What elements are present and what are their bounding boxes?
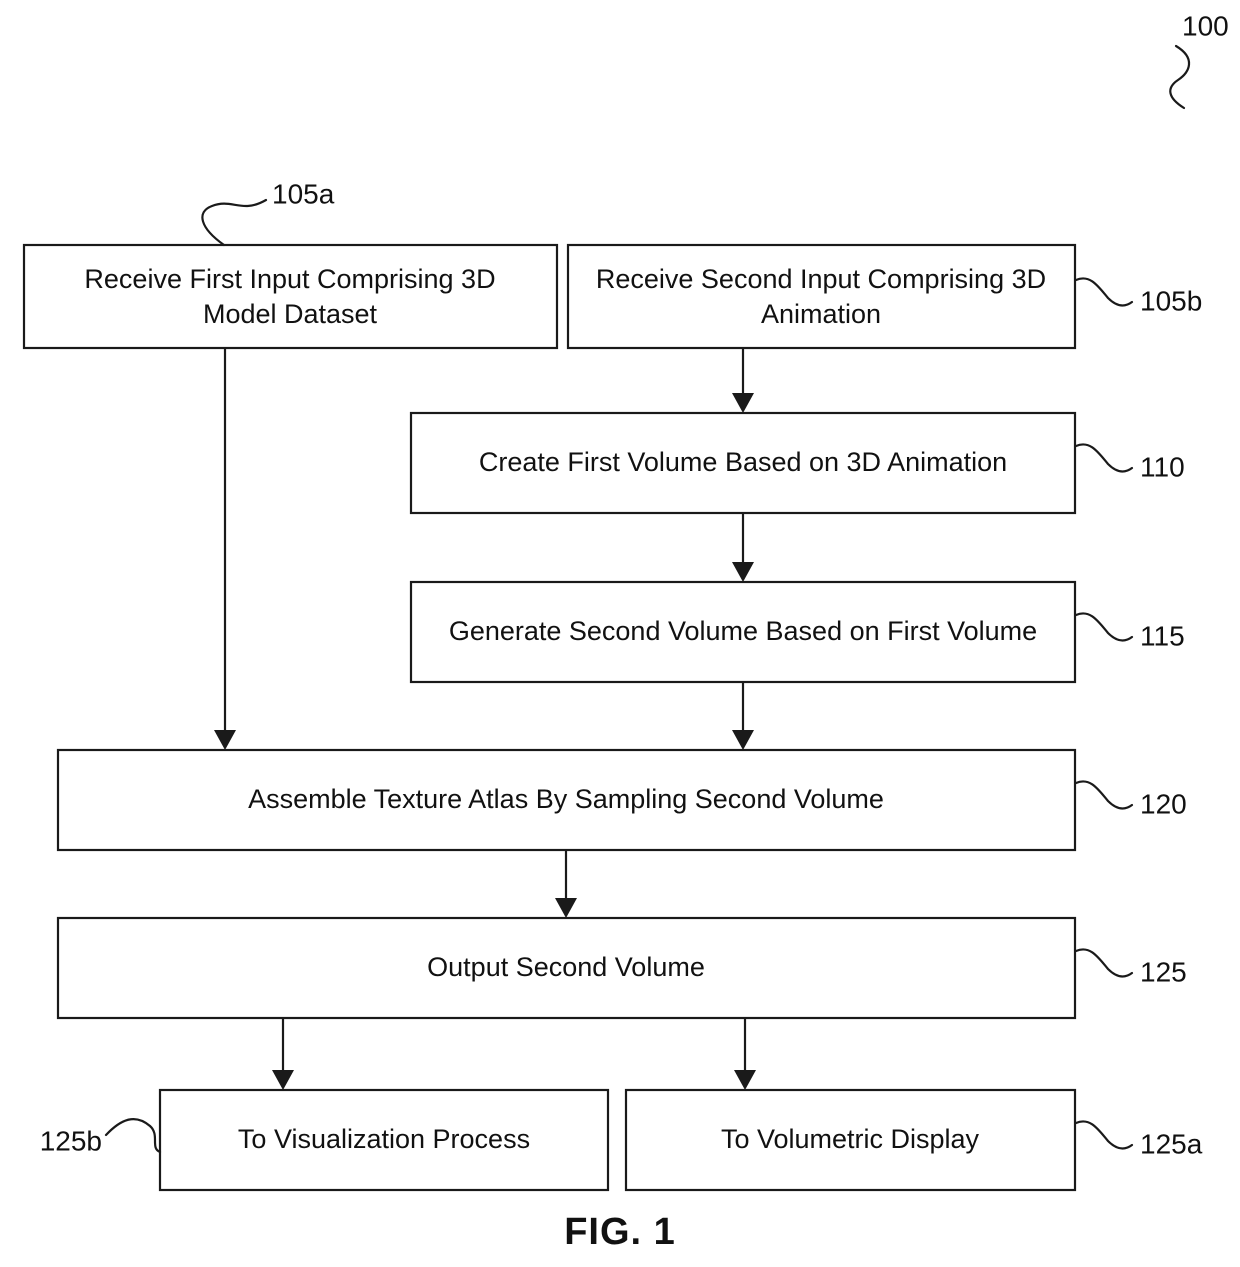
box-125b-label: To Visualization Process (238, 1124, 530, 1154)
reference-115: 115 (1074, 612, 1185, 651)
connector-105a-to-120 (214, 348, 236, 750)
reference-125: 125 (1074, 948, 1187, 987)
ref-label-105a: 105a (272, 178, 335, 209)
box-105b-rect (566, 243, 1077, 350)
ref-label-105b: 105b (1140, 285, 1202, 316)
box-120-label: Assemble Texture Atlas By Sampling Secon… (248, 784, 884, 814)
figure-caption: FIG. 1 (564, 1211, 676, 1253)
flow-diagram: 100 Receive First Input Comprising 3D Mo… (22, 10, 1229, 1253)
arrowhead (732, 393, 754, 413)
arrowhead (732, 562, 754, 582)
box-110-label: Create First Volume Based on 3D Animatio… (479, 447, 1007, 477)
leader-line-105b (1074, 277, 1134, 307)
arrowhead (732, 730, 754, 750)
box-105a-rect (22, 243, 559, 350)
leader-line-125b (104, 1117, 162, 1154)
ref-label-120: 120 (1140, 788, 1187, 819)
box-125b[interactable]: To Visualization Process (158, 1088, 610, 1192)
box-105b-label-line1: Receive Second Input Comprising 3D (596, 264, 1046, 294)
arrowhead (272, 1070, 294, 1090)
box-120[interactable]: Assemble Texture Atlas By Sampling Secon… (56, 748, 1077, 852)
reference-110: 110 (1074, 443, 1185, 482)
connector-110-to-115 (732, 513, 754, 582)
box-125a-label: To Volumetric Display (721, 1124, 980, 1154)
leader-line-100 (1169, 44, 1191, 110)
reference-125b: 125b (40, 1117, 162, 1156)
system-reference-100: 100 (1169, 10, 1229, 110)
box-125a[interactable]: To Volumetric Display (624, 1088, 1077, 1192)
connector-120-to-125 (555, 850, 577, 918)
box-105a-label-line1: Receive First Input Comprising 3D (84, 264, 495, 294)
box-125-label: Output Second Volume (427, 952, 705, 982)
box-105b-label-line2: Animation (761, 299, 881, 329)
box-110[interactable]: Create First Volume Based on 3D Animatio… (409, 411, 1077, 515)
leader-line-105a (201, 198, 268, 247)
leader-line-125a (1074, 1120, 1134, 1150)
patent-figure-page: 100 Receive First Input Comprising 3D Mo… (0, 0, 1240, 1267)
box-105a-label-line2: Model Dataset (203, 299, 378, 329)
reference-125a: 125a (1074, 1120, 1203, 1159)
connector-125-to-125a (734, 1018, 756, 1090)
box-105b[interactable]: Receive Second Input Comprising 3D Anima… (566, 243, 1077, 350)
connector-115-to-120 (732, 682, 754, 750)
box-115-label: Generate Second Volume Based on First Vo… (449, 616, 1037, 646)
leader-line-115 (1074, 612, 1134, 642)
leader-line-125 (1074, 948, 1134, 978)
ref-label-110: 110 (1140, 451, 1185, 482)
leader-line-120 (1074, 780, 1134, 810)
ref-label-100: 100 (1182, 10, 1229, 41)
ref-label-125: 125 (1140, 956, 1187, 987)
ref-label-115: 115 (1140, 620, 1185, 651)
ref-label-125a: 125a (1140, 1128, 1203, 1159)
ref-label-125b: 125b (40, 1125, 102, 1156)
box-125[interactable]: Output Second Volume (56, 916, 1077, 1020)
box-105a[interactable]: Receive First Input Comprising 3D Model … (22, 243, 559, 350)
arrowhead (214, 730, 236, 750)
connector-125-to-125b (272, 1018, 294, 1090)
reference-120: 120 (1074, 780, 1187, 819)
arrowhead (555, 898, 577, 918)
reference-105a: 105a (201, 178, 335, 247)
box-115[interactable]: Generate Second Volume Based on First Vo… (409, 580, 1077, 684)
leader-line-110 (1074, 443, 1134, 473)
arrowhead (734, 1070, 756, 1090)
reference-105b: 105b (1074, 277, 1202, 316)
connector-105b-to-110 (732, 348, 754, 413)
